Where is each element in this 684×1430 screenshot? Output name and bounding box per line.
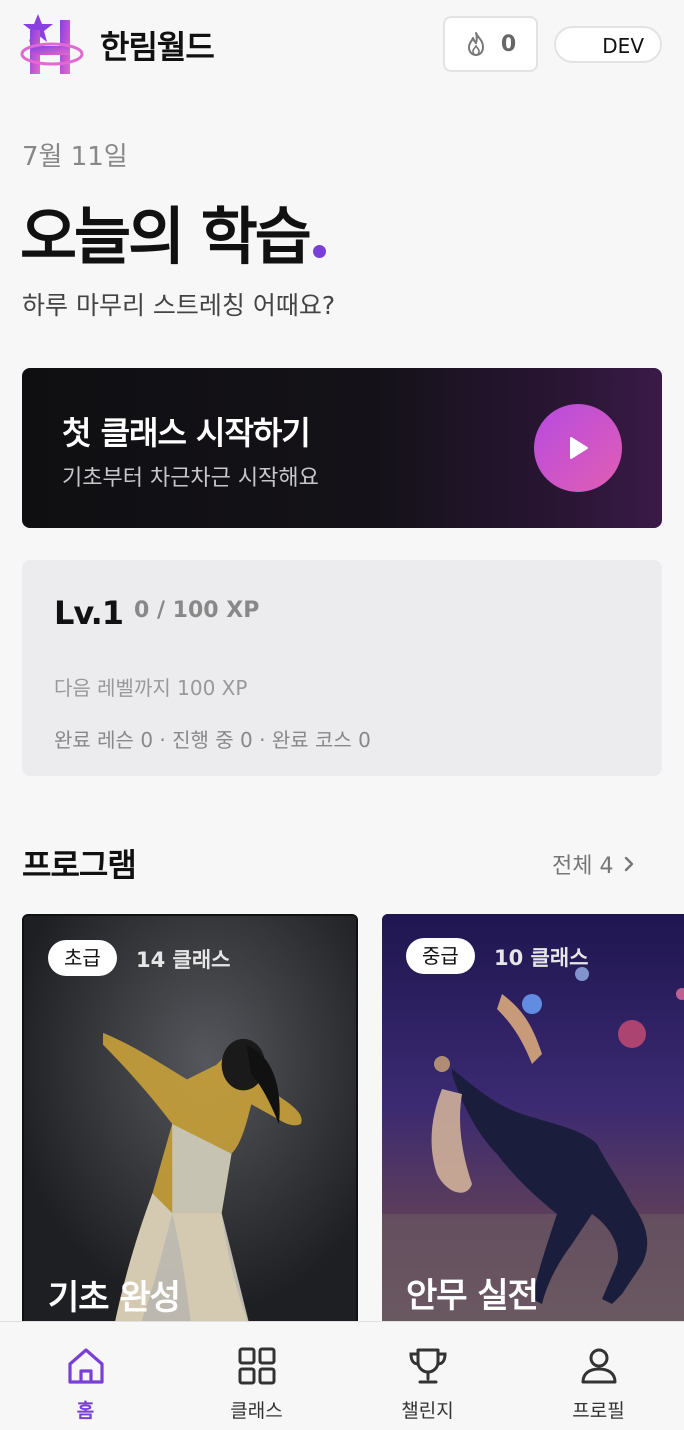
level-badge: 중급 [406,938,475,974]
play-icon [570,437,588,459]
bottom-nav: 홈 클래스 챌린지 프로필 [0,1321,684,1430]
program-title: 기초 완성 [48,1278,181,1318]
level-xp: 0 / 100 XP [134,598,260,623]
app-logo-icon [20,14,84,74]
nav-item-classes[interactable]: 클래스 [171,1322,342,1430]
app-title: 한림월드 [100,28,215,66]
page-subtitle: 하루 마무리 스트레칭 어때요? [22,291,336,320]
start-first-class-card[interactable]: 첫 클래스 시작하기 기초부터 차근차근 시작해요 [22,368,662,528]
level-badge: 초급 [48,940,117,976]
dev-badge-label: DEV [602,34,644,58]
nav-label: 클래스 [230,1400,283,1422]
program-card[interactable]: 중급 10 클래스 안무 실전 [382,914,684,1334]
class-count: 10 클래스 [494,946,589,970]
nav-item-challenge[interactable]: 챌린지 [342,1322,513,1430]
programs-title: 프로그램 [22,846,137,884]
class-count: 14 클래스 [136,948,231,972]
level-next-text: 다음 레벨까지 100 XP [54,676,248,700]
trophy-icon [408,1348,447,1384]
app-header: 한림월드 0 DEV [0,0,684,90]
nav-label: 챌린지 [401,1400,454,1422]
grid-icon [238,1347,275,1385]
level-card: Lv.1 0 / 100 XP 다음 레벨까지 100 XP 완료 레슨 0 ·… [22,560,662,776]
nav-label: 프로필 [572,1400,625,1422]
nav-label: 홈 [76,1400,95,1422]
page-title: 오늘의 학습 [20,186,326,276]
page-title-text: 오늘의 학습 [20,200,312,273]
person-icon [581,1348,616,1384]
chevron-right-icon [625,856,634,872]
see-all-link[interactable]: 전체 4 [552,848,635,880]
streak-count: 0 [500,31,517,57]
play-button[interactable] [534,404,622,492]
home-icon [67,1348,104,1384]
program-card[interactable]: 초급 14 클래스 기초 완성 [22,914,358,1334]
level-label: Lv.1 [54,594,124,632]
streak-counter[interactable]: 0 [443,16,538,72]
nav-item-profile[interactable]: 프로필 [513,1322,684,1430]
accent-dot [312,245,326,258]
start-card-title: 첫 클래스 시작하기 [62,414,311,452]
level-stats: 완료 레슨 0 · 진행 중 0 · 완료 코스 0 [54,728,371,752]
dev-badge[interactable]: DEV [554,26,662,63]
nav-item-home[interactable]: 홈 [0,1322,171,1430]
start-card-subtitle: 기초부터 차근차근 시작해요 [62,466,319,491]
today-date: 7월 11일 [22,142,128,172]
flame-icon [467,32,484,56]
program-title: 안무 실전 [406,1276,539,1316]
see-all-label: 전체 4 [552,854,614,879]
